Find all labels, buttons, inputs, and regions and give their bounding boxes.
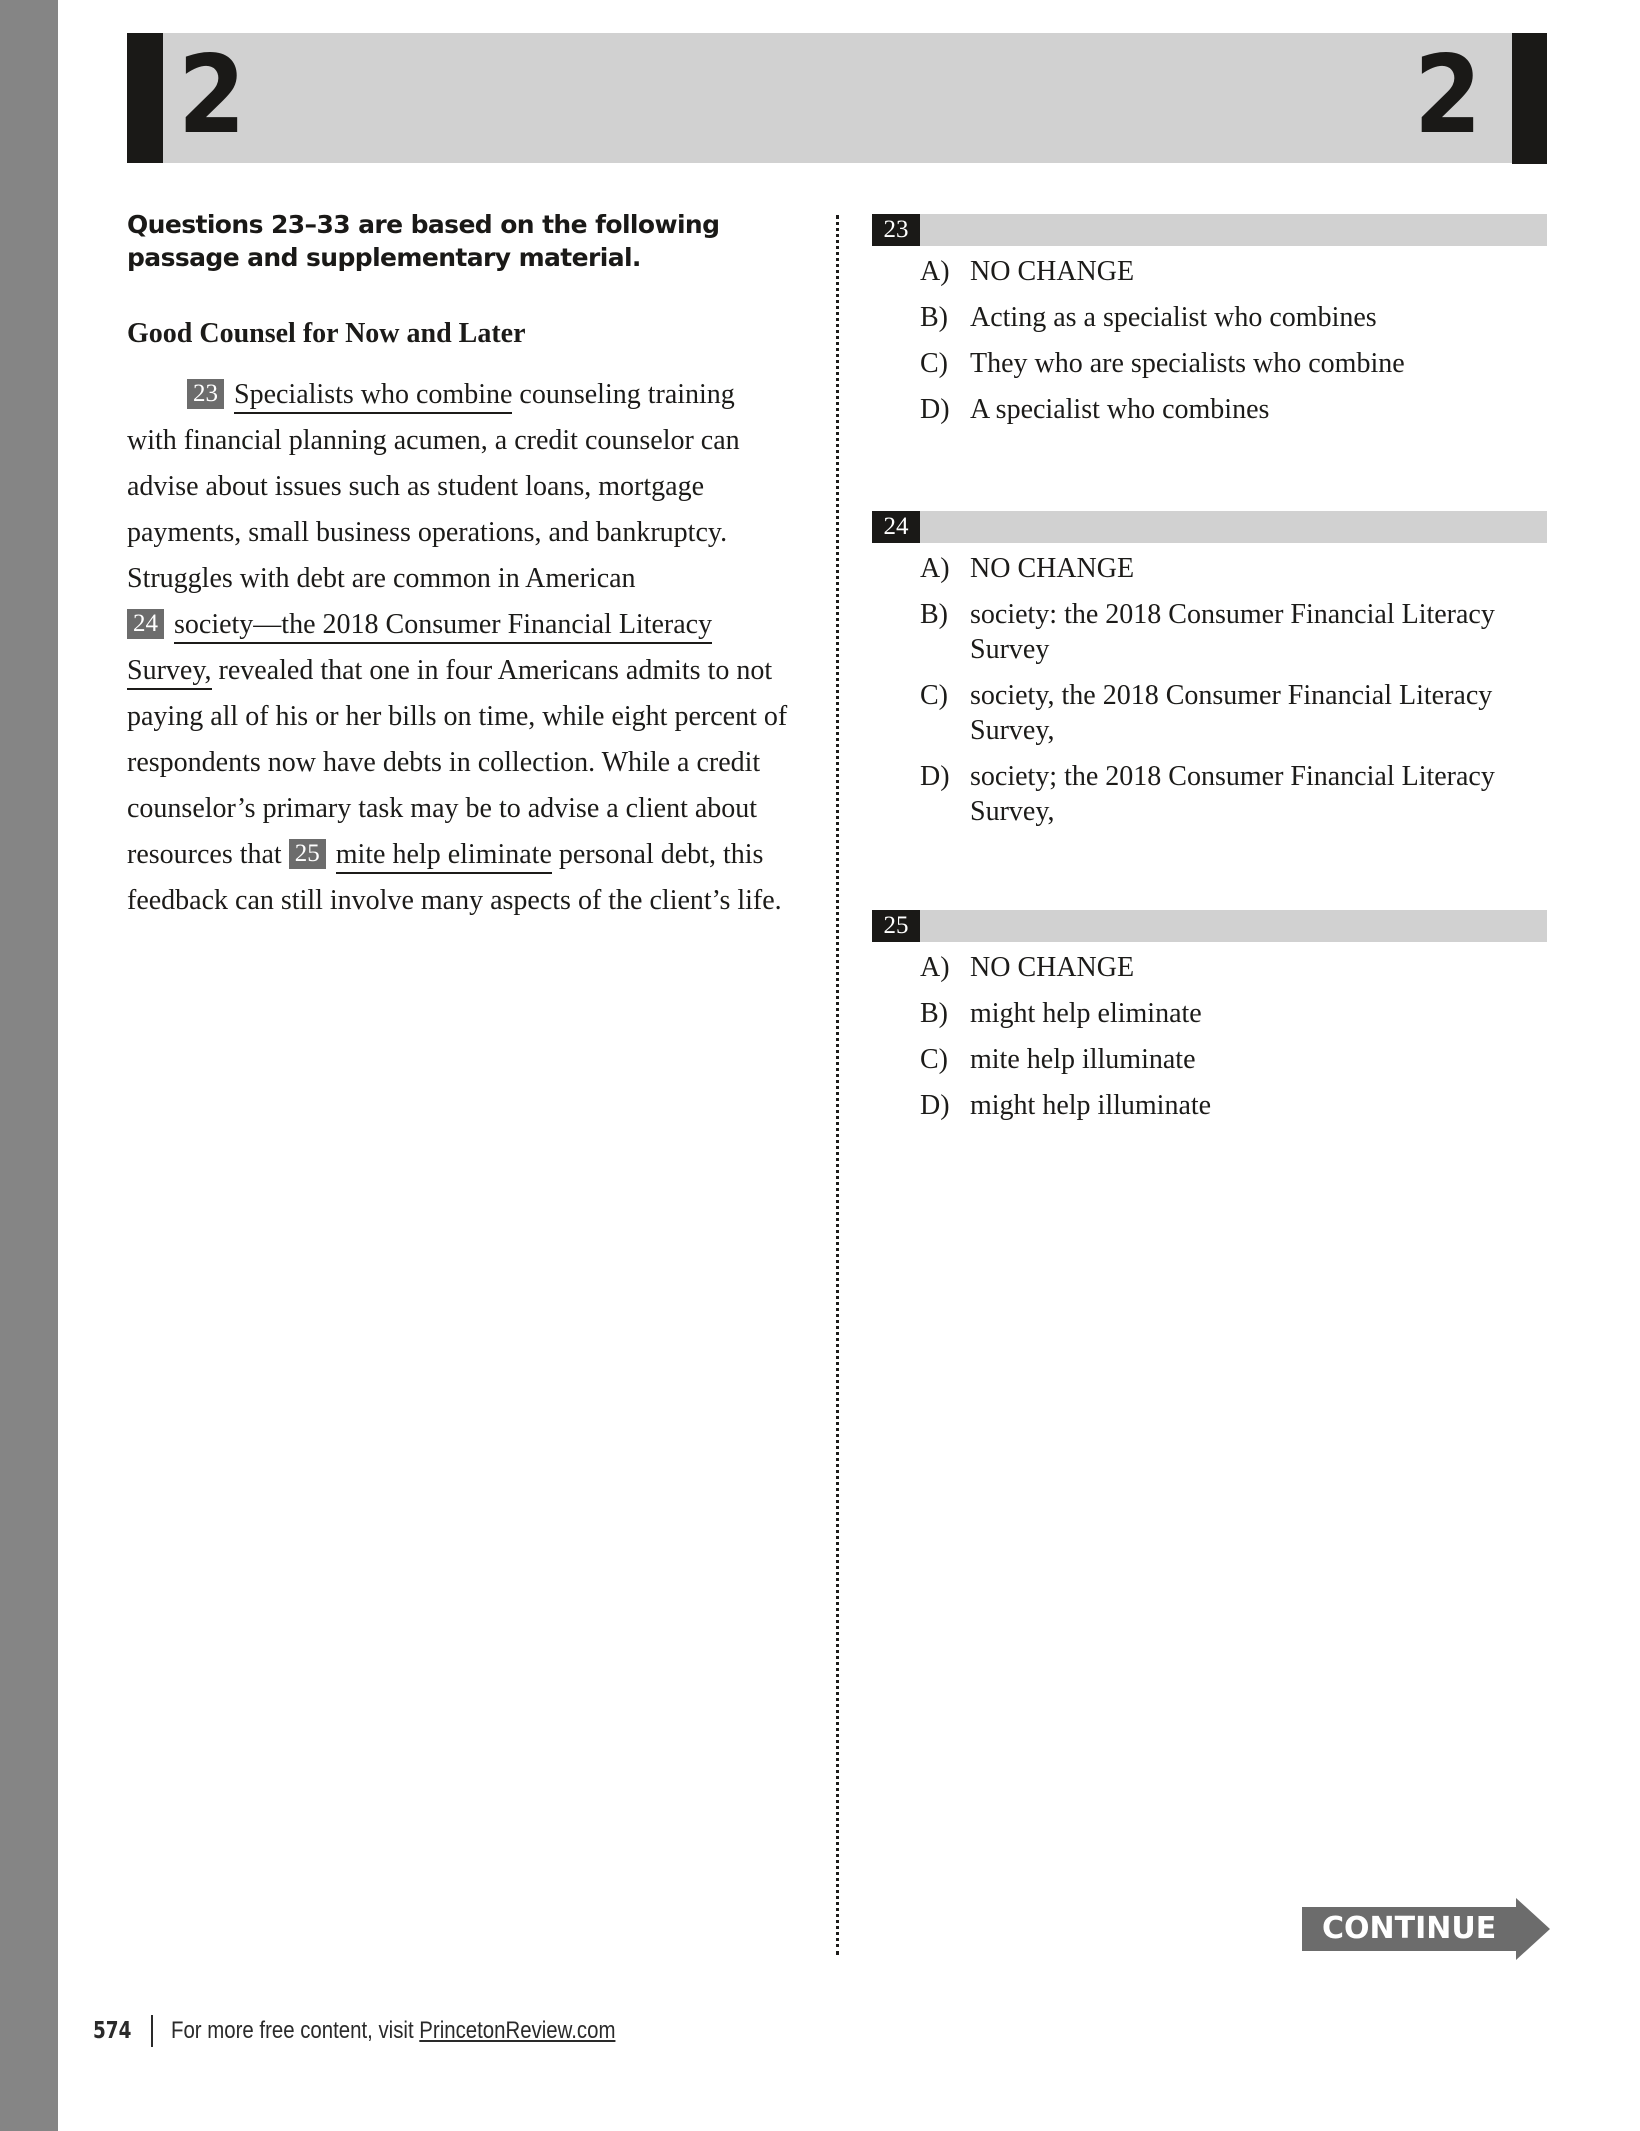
question-header-bar: 24 <box>872 511 1547 543</box>
question-number: 24 <box>872 511 920 543</box>
answer-choice-c[interactable]: C) society, the 2018 Consumer Financial L… <box>872 678 1547 748</box>
page-footer: 574 For more free content, visit Princet… <box>93 2015 694 2047</box>
passage-line: 24 society—the 2018 Consumer Financial Li… <box>127 602 807 648</box>
answer-choice-a[interactable]: A) NO CHANGE <box>872 254 1547 289</box>
continue-label: CONTINUE <box>1322 1911 1497 1946</box>
question-marker-25[interactable]: 25 <box>288 839 326 869</box>
question-header-bar: 23 <box>872 214 1547 246</box>
question-25: 25 A) NO CHANGE B) might help eliminate C)… <box>872 910 1547 1134</box>
section-header-right-bar <box>1512 33 1547 164</box>
section-header-band <box>127 33 1547 163</box>
column-divider <box>836 215 839 1955</box>
passage-line: paying all of his or her bills on time, … <box>127 701 788 732</box>
footer-text: For more free content, visit PrincetonRe… <box>171 2017 616 2044</box>
underlined-phrase-23: Specialists who combine <box>234 379 513 414</box>
answer-choice-d[interactable]: D) society; the 2018 Consumer Financial L… <box>872 759 1547 829</box>
section-number-left: 2 <box>178 33 246 158</box>
answer-choice-c[interactable]: C) mite help illuminate <box>872 1042 1547 1077</box>
question-marker-23[interactable]: 23 <box>187 379 224 409</box>
question-number: 25 <box>872 910 920 942</box>
princeton-review-link[interactable]: PrincetonReview.com <box>419 2017 615 2044</box>
passage-line: respondents now have debts in collection… <box>127 747 761 778</box>
passage-body: 23 Specialists who combine counseling tra… <box>127 372 807 924</box>
answer-choice-b[interactable]: B) society: the 2018 Consumer Financial L… <box>872 597 1547 667</box>
passage-title: Good Counsel for Now and Later <box>127 318 526 349</box>
section-header-left-bar <box>127 33 163 163</box>
passage-line: payments, small business operations, and… <box>127 517 728 548</box>
passage-line: resources that 25 mite help eliminate per… <box>127 832 807 878</box>
answer-choices: A) NO CHANGE B) Acting as a specialist who… <box>872 254 1547 427</box>
answer-choice-c[interactable]: C) They who are specialists who combine <box>872 346 1547 381</box>
question-number: 23 <box>872 214 920 246</box>
answer-choice-b[interactable]: B) Acting as a specialist who combines <box>872 300 1547 335</box>
question-marker-24[interactable]: 24 <box>127 609 164 639</box>
answer-choice-a[interactable]: A) NO CHANGE <box>872 551 1547 586</box>
underlined-phrase-24-continued: Survey, <box>127 655 212 690</box>
answer-choice-a[interactable]: A) NO CHANGE <box>872 950 1547 985</box>
answer-choices: A) NO CHANGE B) society: the 2018 Consumer… <box>872 551 1547 829</box>
answer-choice-d[interactable]: D) A specialist who combines <box>872 392 1547 427</box>
answer-choice-b[interactable]: B) might help eliminate <box>872 996 1547 1031</box>
passage-line: counselor’s primary task may be to advis… <box>127 793 758 824</box>
underlined-phrase-25: mite help eliminate <box>335 839 552 874</box>
page-edge-strip <box>0 0 58 2131</box>
passage-line: advise about issues such as student loan… <box>127 471 705 502</box>
passage-intro: Questions 23–33 are based on the followi… <box>127 210 720 272</box>
continue-button[interactable]: CONTINUE <box>1302 1898 1550 1960</box>
question-24: 24 A) NO CHANGE B) society: the 2018 Consu… <box>872 511 1547 840</box>
answer-choices: A) NO CHANGE B) might help eliminate C) mit… <box>872 950 1547 1123</box>
passage-line: Survey, revealed that one in four Americ… <box>127 648 807 694</box>
section-number-right: 2 <box>1414 33 1482 158</box>
footer-divider <box>151 2015 153 2047</box>
passage-line: with financial planning acumen, a credit… <box>127 425 740 456</box>
answer-choice-d[interactable]: D) might help illuminate <box>872 1088 1547 1123</box>
underlined-phrase-24: society—the 2018 Consumer Financial Lite… <box>174 609 713 644</box>
page-number: 574 <box>93 2018 132 2044</box>
question-header-bar: 25 <box>872 910 1547 942</box>
passage-line: 23 Specialists who combine counseling tra… <box>127 372 807 418</box>
question-23: 23 A) NO CHANGE B) Acting as a specialist … <box>872 214 1547 438</box>
passage-line: Struggles with debt are common in Americ… <box>127 563 636 594</box>
passage-line: feedback can still involve many aspects … <box>127 885 782 916</box>
